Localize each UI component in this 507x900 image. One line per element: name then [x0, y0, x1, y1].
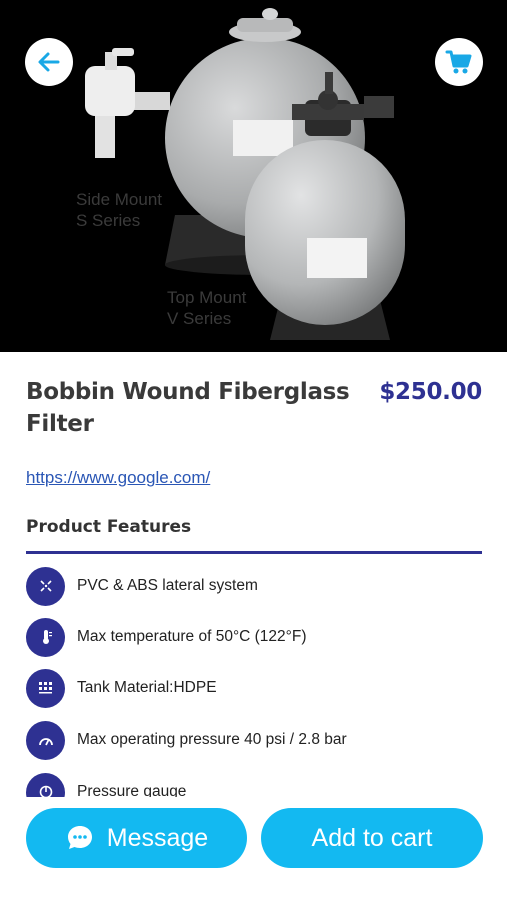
caption-top-line2: V Series [167, 309, 232, 328]
thermometer-icon [26, 617, 65, 657]
feature-label: PVC & ABS lateral system [77, 577, 258, 594]
features-list[interactable]: PVC & ABS lateral system Max temperature… [0, 560, 507, 797]
feature-item: Pressure gauge [26, 772, 186, 797]
product-link[interactable]: https://www.google.com/ [26, 468, 210, 488]
feature-item: Tank Material:HDPE [26, 668, 217, 708]
material-grid-icon [26, 668, 65, 708]
caption-side-line1: Side Mount [76, 190, 162, 209]
feature-item: Max temperature of 50°C (122°F) [26, 617, 307, 657]
hero-caption-side: Side Mount S Series [76, 189, 162, 231]
feature-label: Max operating pressure 40 psi / 2.8 bar [77, 731, 347, 748]
caption-side-line2: S Series [76, 211, 141, 230]
feature-label: Pressure gauge [77, 783, 187, 797]
pressure-gauge-icon [26, 772, 65, 797]
product-title: Bobbin Wound Fiberglass Filter [26, 379, 350, 437]
add-to-cart-label: Add to cart [311, 823, 433, 852]
caption-top-line1: Top Mount [167, 288, 247, 307]
arrow-left-icon [38, 52, 60, 72]
hero-caption-top: Top Mount V Series [167, 287, 246, 329]
sand-filter-illustration [85, 8, 405, 340]
product-price: $250.00 [379, 379, 482, 405]
feature-item: Max operating pressure 40 psi / 2.8 bar [26, 720, 347, 760]
feature-label: Max temperature of 50°C (122°F) [77, 628, 307, 645]
gauge-icon [26, 720, 65, 760]
features-divider [26, 551, 482, 554]
message-button-label: Message [106, 823, 209, 852]
back-button[interactable] [25, 38, 73, 86]
product-image: Side Mount S Series Top Mount V Series [0, 0, 507, 352]
features-heading: Product Features [26, 517, 192, 537]
message-button[interactable]: Message [26, 808, 247, 868]
cart-button[interactable] [435, 38, 483, 86]
lateral-system-icon [26, 566, 65, 606]
add-to-cart-button[interactable]: Add to cart [261, 808, 483, 868]
chat-bubble-icon [67, 826, 92, 849]
feature-item: PVC & ABS lateral system [26, 566, 258, 606]
feature-label: Tank Material:HDPE [77, 679, 217, 696]
shopping-cart-icon [445, 50, 472, 74]
